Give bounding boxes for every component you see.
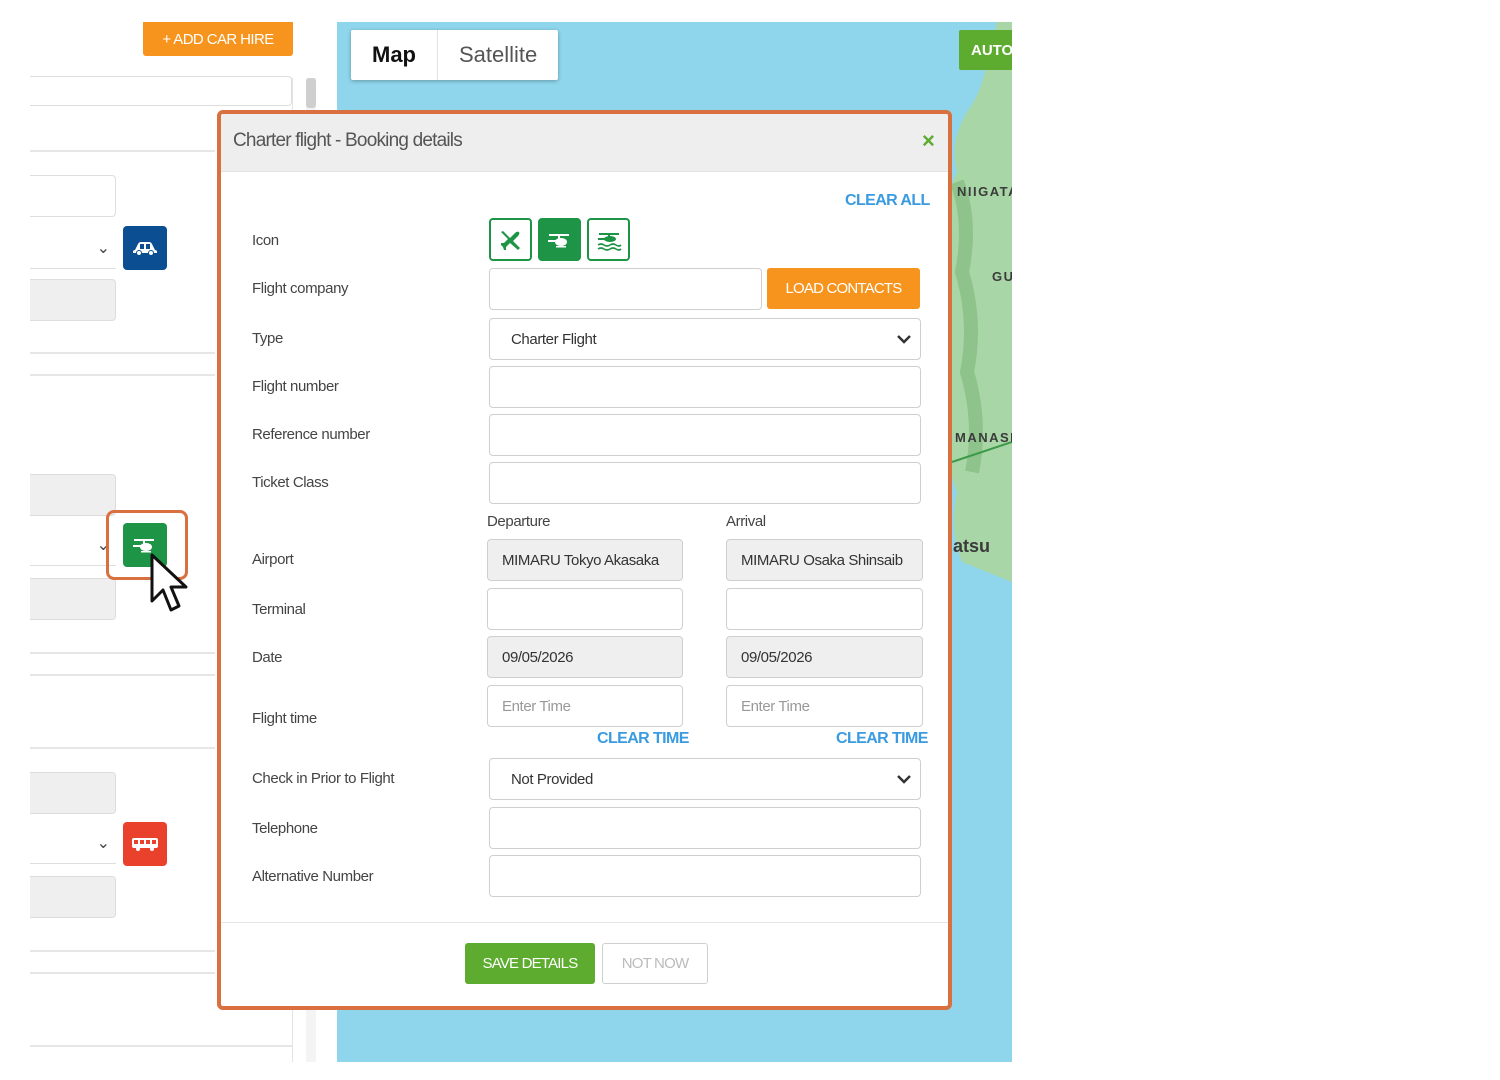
chevron-down-icon: ⌄ (96, 240, 110, 257)
chevron-down-icon: ⌄ (96, 835, 110, 852)
divider (30, 374, 215, 376)
divider (30, 1045, 292, 1047)
seaplane-icon (597, 232, 622, 251)
mouse-cursor-icon (150, 553, 188, 612)
charter-flight-booking-modal: Charter flight - Booking details × CLEAR… (217, 110, 952, 1010)
chevron-down-icon (897, 775, 911, 784)
car-icon (133, 242, 157, 256)
flight-company-label: Flight company (252, 280, 349, 297)
divider (30, 150, 215, 152)
telephone-input[interactable] (489, 807, 921, 849)
alternative-number-label: Alternative Number (252, 868, 374, 885)
check-in-label: Check in Prior to Flight (252, 770, 395, 787)
save-details-button[interactable]: SAVE DETAILS (465, 943, 595, 984)
panel-readonly-field (30, 474, 116, 516)
map-label: atsu (953, 536, 991, 556)
divider (30, 950, 215, 952)
map-label: MANASI (955, 430, 1012, 445)
divider (30, 652, 215, 654)
ticket-class-input[interactable] (489, 462, 921, 504)
icon-label: Icon (252, 232, 279, 249)
airport-label: Airport (252, 551, 294, 568)
chevron-down-icon (897, 335, 911, 344)
panel-select[interactable]: ⌄ (30, 227, 116, 269)
modal-header: Charter flight - Booking details × (221, 114, 948, 172)
reference-number-input[interactable] (489, 414, 921, 456)
scrollbar-thumb[interactable] (306, 78, 316, 108)
arrival-airport-field: MIMARU Osaka Shinsaib (726, 539, 923, 581)
departure-terminal-input[interactable] (487, 588, 683, 630)
bus-type-button[interactable] (123, 822, 167, 866)
icon-option-helicopter[interactable] (538, 218, 581, 261)
arrival-time-input[interactable]: Enter Time (726, 685, 923, 727)
departure-heading: Departure (487, 513, 551, 530)
check-in-select-value: Not Provided (511, 770, 593, 788)
helicopter-icon (547, 233, 569, 247)
check-in-select[interactable]: Not Provided (489, 758, 921, 800)
ticket-class-label: Ticket Class (252, 474, 329, 491)
telephone-label: Telephone (252, 820, 318, 837)
map-type-tabs: Map Satellite (351, 30, 559, 80)
modal-footer: SAVE DETAILS NOT NOW (221, 922, 948, 1006)
tab-satellite[interactable]: Satellite (438, 30, 558, 80)
bus-icon (132, 838, 158, 851)
auto-button[interactable]: AUTO (959, 30, 1012, 70)
close-icon[interactable]: × (922, 128, 935, 154)
clear-arrival-time-link[interactable]: CLEAR TIME (836, 730, 928, 748)
clear-departure-time-link[interactable]: CLEAR TIME (597, 730, 689, 748)
type-select-value: Charter Flight (511, 330, 597, 348)
departure-time-input[interactable]: Enter Time (487, 685, 683, 727)
departure-airport-field: MIMARU Tokyo Akasaka (487, 539, 683, 581)
date-label: Date (252, 649, 283, 666)
panel-readonly-field (30, 279, 116, 321)
modal-title: Charter flight - Booking details (233, 130, 463, 151)
load-contacts-button[interactable]: LOAD CONTACTS (767, 268, 920, 309)
panel-readonly-field (30, 578, 116, 620)
clear-all-link[interactable]: CLEAR ALL (845, 192, 930, 210)
map-label: NIIGATA (957, 184, 1012, 199)
alternative-number-input[interactable] (489, 855, 921, 897)
airplane-icon (500, 230, 520, 250)
divider (30, 674, 215, 676)
map-label: GU (992, 269, 1012, 284)
flight-time-label: Flight time (252, 710, 317, 727)
departure-date-field[interactable]: 09/05/2026 (487, 636, 683, 678)
panel-readonly-field (30, 876, 116, 918)
divider (30, 972, 215, 974)
icon-option-airplane[interactable] (489, 218, 532, 261)
car-type-button[interactable] (123, 226, 167, 270)
panel-input[interactable] (30, 175, 116, 217)
not-now-button[interactable]: NOT NOW (602, 943, 708, 984)
arrival-heading: Arrival (726, 513, 766, 530)
icon-option-seaplane[interactable] (587, 218, 630, 261)
divider (30, 747, 215, 749)
flight-number-input[interactable] (489, 366, 921, 408)
add-car-hire-button[interactable]: + ADD CAR HIRE (143, 22, 293, 56)
type-select[interactable]: Charter Flight (489, 318, 921, 360)
arrival-date-field[interactable]: 09/05/2026 (726, 636, 923, 678)
terminal-label: Terminal (252, 601, 306, 618)
panel-select[interactable]: ⌄ (30, 822, 116, 864)
divider (30, 352, 215, 354)
panel-row-box (30, 76, 292, 106)
tab-map[interactable]: Map (351, 30, 438, 80)
reference-number-label: Reference number (252, 426, 370, 443)
panel-readonly-field (30, 772, 116, 814)
arrival-terminal-input[interactable] (726, 588, 923, 630)
type-label: Type (252, 330, 283, 347)
panel-select[interactable]: ⌄ (30, 524, 116, 566)
flight-company-input[interactable] (489, 268, 762, 310)
flight-number-label: Flight number (252, 378, 339, 395)
